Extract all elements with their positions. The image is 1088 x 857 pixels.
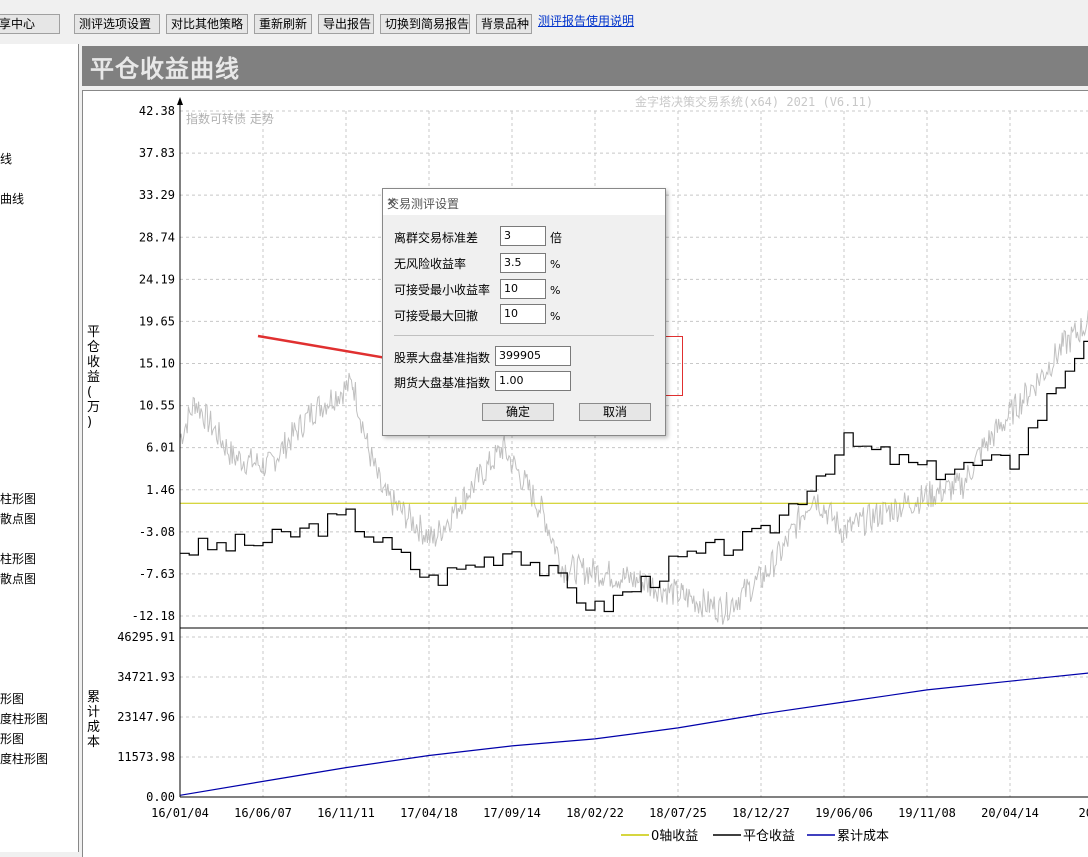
unit-label: % <box>550 284 561 297</box>
stock-benchmark-input[interactable]: 399905 <box>495 346 571 366</box>
chart-title-bar: 平仓收益曲线 <box>82 46 1088 86</box>
trade-evaluation-dialog: 交易测评设置 ✕ 离群交易标准差 3 倍 无风险收益率 3.5 % 可接受最小收… <box>382 188 666 436</box>
field-label: 无风险收益率 <box>394 257 467 271</box>
y-tick-label: 19.65 <box>139 314 175 328</box>
nav-item[interactable]: 柱形图 <box>0 550 36 567</box>
min-return-input[interactable]: 10 <box>500 279 546 299</box>
field-label: 可接受最小收益率 <box>394 283 491 297</box>
field-label: 离群交易标准差 <box>394 231 479 245</box>
outlier-stddev-input[interactable]: 3 <box>500 226 546 246</box>
nav-item[interactable]: 线 <box>0 150 12 167</box>
nav-item[interactable]: 散点图 <box>0 510 36 527</box>
y-tick-label: 24.19 <box>139 272 175 286</box>
y-tick-label: 11573.98 <box>117 750 175 764</box>
legend-label: 0轴收益 <box>651 829 698 844</box>
ok-button[interactable]: 确定 <box>482 403 554 421</box>
y-tick-label: 23147.96 <box>117 710 175 724</box>
x-tick-label: 17/09/14 <box>483 806 541 820</box>
max-drawdown-input[interactable]: 10 <box>500 304 546 324</box>
divider <box>394 335 654 336</box>
field-label: 可接受最大回撤 <box>394 309 479 323</box>
x-tick-label: 17/04/18 <box>400 806 458 820</box>
y-tick-label: 0.00 <box>146 790 175 804</box>
x-tick-label: 18/07/25 <box>649 806 707 820</box>
share-center-button[interactable]: 享中心 <box>0 14 60 34</box>
dialog-title-bar: 交易测评设置 ✕ <box>383 189 665 215</box>
simple-report-button[interactable]: 切换到简易报告 <box>380 14 470 34</box>
x-tick-label: 20/04/14 <box>981 806 1039 820</box>
unit-label: % <box>550 310 561 323</box>
cumulative-cost-line <box>179 672 1088 796</box>
nav-item[interactable]: 度柱形图 <box>0 750 48 767</box>
y-tick-label: 6.01 <box>146 441 175 455</box>
risk-free-rate-input[interactable]: 3.5 <box>500 253 546 273</box>
export-report-button[interactable]: 导出报告 <box>318 14 374 34</box>
x-tick-label: 18/02/22 <box>566 806 624 820</box>
nav-item[interactable]: 度柱形图 <box>0 710 48 727</box>
x-tick-label: 20/0 <box>1079 806 1088 820</box>
futures-benchmark-input[interactable]: 1.00 <box>495 371 571 391</box>
nav-item[interactable]: 散点图 <box>0 570 36 587</box>
y-axis-title: 平仓收益(万) <box>87 325 100 430</box>
y-tick-label: 46295.91 <box>117 630 175 644</box>
watermark-text: 金字塔决策交易系统(x64) 2021 (V6.11) <box>635 94 873 109</box>
x-tick-label: 19/06/06 <box>815 806 873 820</box>
toolbar: 享中心 测评选项设置 对比其他策略 重新刷新 导出报告 切换到简易报告 背景品种… <box>0 0 1088 44</box>
y-tick-label: 28.74 <box>139 230 175 244</box>
y-tick-label: -3.08 <box>139 525 175 539</box>
y-axis-arrow-icon <box>177 97 183 105</box>
legend-label: 平仓收益 <box>743 829 795 844</box>
y-tick-label: -7.63 <box>139 567 175 581</box>
cancel-button[interactable]: 取消 <box>579 403 651 421</box>
y-axis-title: 累计成本 <box>87 690 100 750</box>
x-tick-label: 18/12/27 <box>732 806 790 820</box>
y-tick-label: 34721.93 <box>117 670 175 684</box>
unit-label: % <box>550 258 561 271</box>
background-variety-button[interactable]: 背景品种 <box>476 14 532 34</box>
nav-item[interactable]: 曲线 <box>0 190 24 207</box>
nav-item[interactable]: 形图 <box>0 730 24 747</box>
x-tick-label: 16/01/04 <box>151 806 209 820</box>
unit-label: 倍 <box>550 231 563 245</box>
left-nav-panel: 线 曲线 柱形图 散点图 柱形图 散点图 形图 度柱形图 形图 度柱形图 <box>0 44 79 852</box>
x-tick-label: 19/11/08 <box>898 806 956 820</box>
field-label: 股票大盘基准指数 <box>394 351 491 365</box>
chart-title: 平仓收益曲线 <box>90 54 240 83</box>
legend-label: 累计成本 <box>837 829 889 844</box>
y-tick-label: 15.10 <box>139 357 175 371</box>
close-icon[interactable]: ✕ <box>387 195 657 209</box>
y-tick-label: 10.55 <box>139 399 175 413</box>
y-tick-label: 33.29 <box>139 188 175 202</box>
refresh-button[interactable]: 重新刷新 <box>254 14 312 34</box>
legend: 0轴收益 平仓收益 累计成本 <box>621 829 889 844</box>
compare-strategy-button[interactable]: 对比其他策略 <box>166 14 248 34</box>
nav-item[interactable]: 柱形图 <box>0 490 36 507</box>
x-tick-label: 16/06/07 <box>234 806 292 820</box>
field-label: 期货大盘基准指数 <box>394 376 491 390</box>
y-tick-label: 1.46 <box>146 483 175 497</box>
nav-item[interactable]: 形图 <box>0 690 24 707</box>
y-tick-label: 37.83 <box>139 146 175 160</box>
y-tick-label: -12.18 <box>132 609 175 623</box>
help-link[interactable]: 测评报告使用说明 <box>538 12 634 29</box>
x-tick-label: 16/11/11 <box>317 806 375 820</box>
test-options-button[interactable]: 测评选项设置 <box>74 14 160 34</box>
background-series-label: 指数可转债 走势 <box>186 111 274 126</box>
y-tick-label: 42.38 <box>139 104 175 118</box>
